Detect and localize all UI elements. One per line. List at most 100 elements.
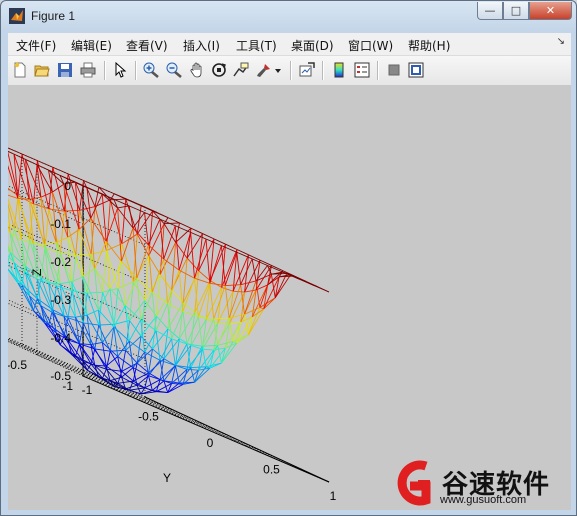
z-tick-label: -0.4 xyxy=(50,331,71,345)
new-figure-icon[interactable] xyxy=(12,62,28,78)
mesh-edge xyxy=(225,284,241,286)
menu-tools[interactable]: 工具(T) xyxy=(236,37,277,54)
mesh-edge xyxy=(25,239,31,267)
mesh-edge xyxy=(244,280,257,315)
title-bar[interactable]: Figure 1 — □ ✕ xyxy=(1,1,576,31)
mesh-edge xyxy=(117,356,134,368)
mesh-edge xyxy=(78,217,92,230)
colorbar-icon[interactable] xyxy=(331,62,347,78)
zoom-out-icon[interactable] xyxy=(166,62,182,78)
mesh-edge xyxy=(155,330,161,361)
maximize-button[interactable]: □ xyxy=(503,2,529,20)
matlab-icon xyxy=(9,8,25,24)
mesh-edge xyxy=(29,196,41,200)
show-plot-tools-icon[interactable] xyxy=(408,62,424,78)
menu-window[interactable]: 窗口(W) xyxy=(348,37,393,54)
mesh-edge xyxy=(163,258,180,271)
mesh-edge xyxy=(102,250,107,293)
menu-desktop[interactable]: 桌面(D) xyxy=(291,37,334,54)
data-cursor-icon[interactable] xyxy=(233,62,249,78)
pan-hand-icon[interactable] xyxy=(189,62,205,78)
menu-insert[interactable]: 插入(I) xyxy=(183,37,220,54)
mesh-edge xyxy=(106,368,122,372)
mesh-edge xyxy=(86,315,92,345)
y-tick-label: -0.5 xyxy=(8,358,27,372)
mesh-edge xyxy=(125,305,142,320)
mesh-edge xyxy=(40,197,46,245)
mesh-edge xyxy=(179,222,192,229)
mesh-edge xyxy=(109,324,115,352)
legend-icon[interactable] xyxy=(354,62,370,78)
mesh-edge xyxy=(217,322,230,325)
figure-toolbar xyxy=(8,56,571,86)
mesh-edge xyxy=(213,317,230,320)
mesh-edge xyxy=(171,338,176,366)
window-title: Figure 1 xyxy=(31,9,76,23)
mesh-edge xyxy=(132,351,145,368)
edit-plot-arrow-icon[interactable] xyxy=(112,62,128,78)
menu-file[interactable]: 文件(F) xyxy=(16,37,56,54)
mesh-edge xyxy=(163,258,169,304)
mesh-edge xyxy=(147,218,161,246)
mesh-edge xyxy=(87,291,103,294)
mesh-edge xyxy=(205,238,211,284)
mesh-edge xyxy=(155,330,172,340)
link-plot-icon[interactable] xyxy=(299,62,315,78)
figure-window: Figure 1 — □ ✕ 文件(F) 编辑(E) 查看(V) 插入(I) 工… xyxy=(0,0,577,516)
toolbar-separator xyxy=(290,61,291,80)
wall-gridline xyxy=(1,147,84,187)
mesh-edge xyxy=(156,391,168,394)
mesh-edge xyxy=(186,316,199,345)
mesh-edge xyxy=(186,343,203,347)
mesh-edge xyxy=(144,330,157,353)
mesh-edge xyxy=(128,205,145,213)
mesh-edge xyxy=(182,302,196,313)
mesh-edge xyxy=(105,207,119,242)
mesh-edge xyxy=(140,319,157,332)
watermark-url: www.gusuoft.com xyxy=(440,494,527,506)
mesh-edge xyxy=(113,326,130,342)
mesh-edge xyxy=(163,225,176,260)
mesh-edge xyxy=(117,207,134,229)
mesh-edge xyxy=(225,243,238,250)
brush-dropdown-icon[interactable] xyxy=(274,62,282,78)
minimize-button[interactable]: — xyxy=(477,2,503,20)
mesh-edge xyxy=(132,227,149,246)
mesh-edge xyxy=(236,252,242,285)
close-button[interactable]: ✕ xyxy=(529,2,572,20)
dock-arrow-icon[interactable]: ↘ xyxy=(557,36,565,47)
y-axis-label: Y xyxy=(163,471,171,485)
mesh-edge xyxy=(236,249,249,256)
mesh-edge xyxy=(178,270,184,312)
mesh-edge xyxy=(94,241,107,269)
rotate-3d-icon[interactable] xyxy=(211,62,227,78)
menu-help[interactable]: 帮助(H) xyxy=(408,37,450,54)
open-file-icon[interactable] xyxy=(34,62,50,78)
mesh-edge xyxy=(233,290,245,293)
menu-view[interactable]: 查看(V) xyxy=(126,37,168,54)
mesh-edge xyxy=(163,380,169,393)
mesh-edge xyxy=(21,153,38,162)
save-icon[interactable] xyxy=(57,62,73,78)
mesh-edge xyxy=(117,356,123,378)
mesh-edge xyxy=(136,278,142,320)
hide-plot-tools-icon[interactable] xyxy=(386,62,402,78)
menu-edit[interactable]: 编辑(E) xyxy=(71,37,112,54)
mesh-edge xyxy=(117,205,130,209)
mesh-edge xyxy=(101,193,107,242)
zoom-in-icon[interactable] xyxy=(143,62,159,78)
watermark: 谷速软件 www.gusuoft.com xyxy=(384,458,571,508)
mesh-edge xyxy=(90,254,104,293)
toolbar-separator xyxy=(322,61,323,80)
mesh-edge xyxy=(109,261,122,289)
y-tick-label: -1 xyxy=(62,379,73,393)
mesh-edge xyxy=(129,387,145,391)
print-icon[interactable] xyxy=(80,62,96,78)
brush-icon[interactable] xyxy=(256,62,272,78)
axes-3d[interactable]: 0-0.1-0.2-0.3-0.4-0.5-1-0.500.5110.50-0.… xyxy=(1,86,571,510)
mesh-edge xyxy=(75,210,81,256)
mesh-edge xyxy=(52,183,65,193)
mesh-edge xyxy=(48,282,61,285)
figure-canvas[interactable]: 0-0.1-0.2-0.3-0.4-0.5-1-0.500.5110.50-0.… xyxy=(1,86,571,510)
mesh-edge xyxy=(167,383,184,393)
